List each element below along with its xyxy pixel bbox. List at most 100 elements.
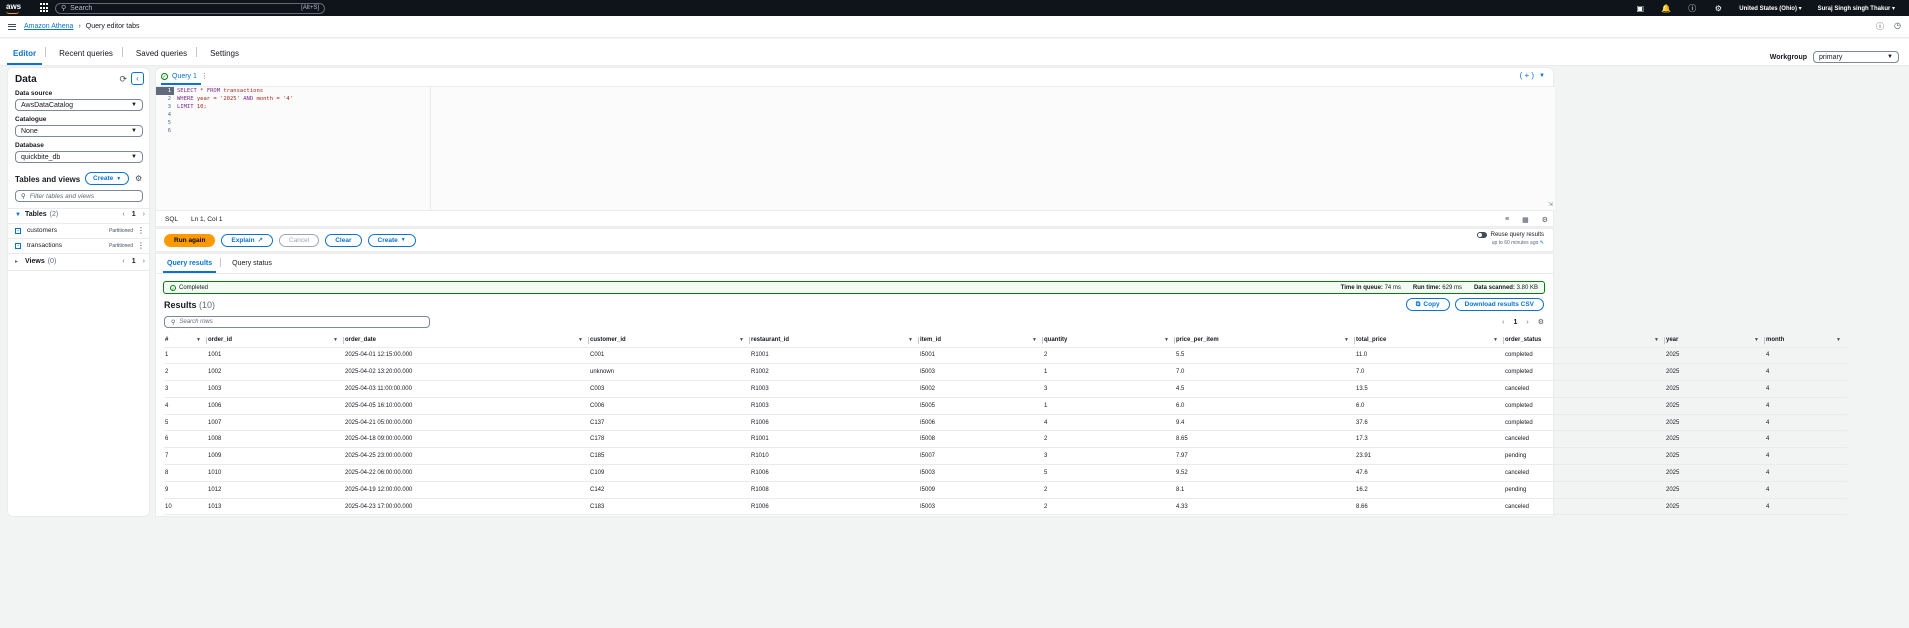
table-row[interactable]: 9 1012 2025-04-19 12:00:00.000 C142 R1008 I50… <box>164 481 1847 499</box>
table-row[interactable]: 1 1001 2025-04-01 12:15:00.000 C001 R1001 I50… <box>164 347 1847 365</box>
table-row[interactable]: 7 1009 2025-04-25 23:00:00.000 C185 R1010 I50… <box>164 447 1847 466</box>
cancel-button[interactable]: Cancel <box>279 233 320 247</box>
database-select[interactable]: quickbite_db ▼ <box>15 151 143 163</box>
search-rows-input[interactable]: ⚲ Search rows <box>164 316 430 328</box>
settings-gear-icon[interactable]: ⚙ <box>135 174 142 183</box>
column-header[interactable]: year ▼ <box>1665 334 1765 348</box>
help-icon[interactable]: ⓘ <box>1679 3 1705 14</box>
tables-group[interactable]: ▼ Tables (2) ‹ 1 › <box>15 211 145 218</box>
column-header[interactable]: month ▼ <box>1765 334 1847 348</box>
explain-button[interactable]: Explain ↗ <box>221 233 273 247</box>
clear-button[interactable]: Clear <box>325 233 362 247</box>
sort-caret-icon[interactable]: ▼ <box>333 337 338 343</box>
column-header[interactable]: restaurant_id ▼ <box>750 334 919 348</box>
column-header[interactable]: customer_id ▼ <box>589 334 750 348</box>
tab-query-results[interactable]: Query results <box>163 260 217 273</box>
table-row[interactable]: 2 1002 2025-04-02 13:20:00.000 unknown R1002… <box>164 363 1847 382</box>
column-header[interactable]: order_status ▼ <box>1504 334 1665 348</box>
chevron-left-icon[interactable]: ‹ <box>122 211 124 218</box>
column-header[interactable]: order_date ▼ <box>344 334 589 348</box>
sort-caret-icon[interactable]: ▼ <box>1654 337 1659 343</box>
create-table-button[interactable]: Create ▼ <box>85 172 130 185</box>
data-source-select[interactable]: AwsDataCatalog ▼ <box>15 99 143 111</box>
create-button[interactable]: Create ▼ <box>367 233 416 247</box>
catalogue-select[interactable]: None ▼ <box>15 125 143 137</box>
chevron-left-icon[interactable]: ‹ <box>1502 319 1504 326</box>
sort-caret-icon[interactable]: ▼ <box>196 337 201 343</box>
table-cell: 2 <box>1043 347 1175 365</box>
chevron-left-icon[interactable]: ‹ <box>122 258 124 265</box>
workgroup-select[interactable]: primary ▼ <box>1813 51 1899 63</box>
sort-caret-icon[interactable]: ▼ <box>1344 337 1349 343</box>
aws-logo[interactable]: aws <box>4 1 26 15</box>
column-header[interactable]: price_per_item ▼ <box>1175 334 1355 348</box>
global-search-input[interactable]: ⚲ Search [Alt+S] <box>55 2 325 14</box>
more-actions-icon[interactable]: ⋮ <box>201 72 208 80</box>
table-cell: 4 <box>1765 430 1847 449</box>
refresh-icon[interactable]: ⟳ <box>119 74 127 85</box>
notifications-bell-icon[interactable]: 🔔 <box>1653 4 1679 13</box>
services-grid-icon[interactable] <box>40 3 50 13</box>
clock-icon[interactable]: ◷ <box>1894 21 1901 32</box>
chevron-right-icon[interactable]: › <box>143 211 145 218</box>
sort-caret-icon[interactable]: ▼ <box>578 337 583 343</box>
shortcuts-icon[interactable]: ▦ <box>1522 216 1529 224</box>
sort-caret-icon[interactable]: ▼ <box>1836 337 1841 343</box>
query-tab[interactable]: ✓ Query 1 ⋮ <box>161 72 208 80</box>
sort-caret-icon[interactable]: ▼ <box>908 337 913 343</box>
chevron-right-icon[interactable]: › <box>143 258 145 265</box>
column-header[interactable]: # ▼ <box>164 334 207 348</box>
column-header[interactable]: order_id ▼ <box>207 334 344 348</box>
breadcrumb-athena-link[interactable]: Amazon Athena <box>24 23 73 30</box>
tab-query-status[interactable]: Query status <box>228 260 276 273</box>
collapse-panel-button[interactable]: ‹ <box>131 72 144 85</box>
reuse-results-toggle[interactable] <box>1476 232 1487 238</box>
table-preferences-gear-icon[interactable]: ⚙ <box>1538 318 1544 326</box>
views-group[interactable]: ▸ Views (0) ‹ 1 › <box>15 258 145 265</box>
cloudshell-icon[interactable]: ▣ <box>1627 4 1653 13</box>
format-query-icon[interactable]: ≡ <box>1505 216 1509 224</box>
region-selector[interactable]: United States (Ohio) ▾ <box>1739 5 1801 12</box>
account-menu[interactable]: Suraj Singh singh Thakur ▾ <box>1818 5 1895 12</box>
column-header[interactable]: quantity ▼ <box>1043 334 1175 348</box>
add-query-tab-icon[interactable]: ( + ) <box>1520 71 1534 80</box>
table-cell: R1001 <box>750 430 919 449</box>
filter-tables-input[interactable]: ⚲ Filter tables and views <box>15 190 143 202</box>
tab-editor[interactable]: Editor <box>7 49 43 65</box>
more-actions-icon[interactable]: ⋮ <box>137 226 145 235</box>
table-row[interactable]: 8 1010 2025-04-22 06:00:00.000 C109 R1006 I50… <box>164 464 1847 482</box>
sort-caret-icon[interactable]: ▼ <box>1032 337 1037 343</box>
table-row[interactable]: 10 1013 2025-04-23 17:00:00.000 C183 R1006 I5… <box>164 498 1847 516</box>
chevron-right-icon[interactable]: › <box>1526 319 1528 326</box>
column-header[interactable]: total_price ▼ <box>1355 334 1504 348</box>
run-again-button[interactable]: Run again <box>164 233 216 247</box>
info-icon[interactable]: ⓘ <box>1876 21 1884 32</box>
editor-settings-gear-icon[interactable]: ⚙ <box>1542 216 1548 224</box>
resize-handle-icon[interactable]: ⇲ <box>1548 201 1553 208</box>
copy-button[interactable]: ⧉ Copy <box>1405 298 1450 311</box>
edit-pencil-icon[interactable]: ✎ <box>1540 240 1544 246</box>
settings-gear-icon[interactable]: ⚙ <box>1705 4 1731 13</box>
table-cell: 1006 <box>207 397 344 415</box>
tab-settings[interactable]: Settings <box>204 49 245 65</box>
list-item-table[interactable]: + transactions Partitioned ⋮ <box>15 241 145 250</box>
sort-caret-icon[interactable]: ▼ <box>739 337 744 343</box>
download-csv-button[interactable]: Download results CSV <box>1454 298 1544 311</box>
tab-saved-queries[interactable]: Saved queries <box>130 49 193 65</box>
list-item-table[interactable]: + customers Partitioned ⋮ <box>15 226 145 235</box>
table-row[interactable]: 6 1008 2025-04-18 09:00:00.000 C178 R1001 I50… <box>164 430 1847 449</box>
success-check-icon: ✓ <box>161 72 168 80</box>
column-header[interactable]: item_id ▼ <box>919 334 1043 348</box>
table-row[interactable]: 3 1003 2025-04-03 11:00:00.000 C003 R1003 I50… <box>164 380 1847 398</box>
menu-hamburger-icon[interactable] <box>8 23 16 30</box>
tab-recent-queries[interactable]: Recent queries <box>53 49 119 65</box>
sort-caret-icon[interactable]: ▼ <box>1164 337 1169 343</box>
sort-caret-icon[interactable]: ▼ <box>1754 337 1759 343</box>
sql-code-editor[interactable]: 1 2 3 4 5 6 SELECT * FROM transactions W… <box>156 86 1555 211</box>
table-cell: I5007 <box>919 447 1043 466</box>
table-row[interactable]: 4 1006 2025-04-05 16:10:00.000 C006 R1003 I50… <box>164 397 1847 415</box>
table-row[interactable]: 5 1007 2025-04-21 05:00:00.000 C137 R1006 I50… <box>164 414 1847 432</box>
more-actions-icon[interactable]: ⋮ <box>137 241 145 250</box>
caret-down-icon[interactable]: ▼ <box>1539 73 1545 79</box>
sort-caret-icon[interactable]: ▼ <box>1493 337 1498 343</box>
